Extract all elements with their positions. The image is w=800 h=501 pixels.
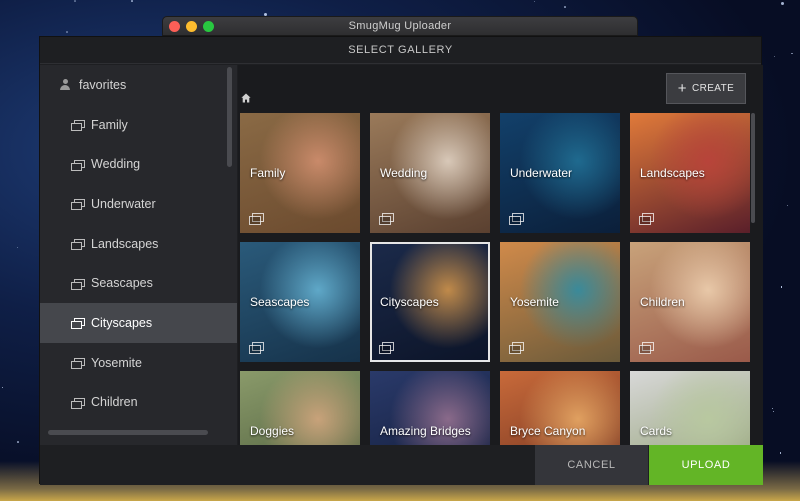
dialog-title: SELECT GALLERY	[348, 44, 453, 56]
create-button-label: CREATE	[691, 83, 735, 94]
gallery-tile-landscapes[interactable]: Landscapes	[630, 113, 750, 233]
minimize-window-button[interactable]	[186, 21, 197, 32]
gallery-tile-amazing-bridges[interactable]: Amazing Bridges	[370, 371, 490, 445]
sidebar-item-underwater[interactable]: Underwater	[40, 184, 237, 224]
star	[16, 247, 18, 249]
gallery-tile-label: Seascapes	[250, 295, 310, 309]
gallery-tile-label: Bryce Canyon	[510, 424, 586, 438]
gallery-icon	[249, 213, 264, 225]
dialog-header: SELECT GALLERY	[40, 37, 761, 64]
gallery-tile-label: Amazing Bridges	[380, 424, 471, 438]
gallery-icon	[70, 120, 85, 132]
gallery-grid-panel: + CREATE Family Wedding Underwater Landscap…	[238, 65, 763, 445]
gallery-icon	[509, 342, 524, 354]
gallery-tile-cityscapes[interactable]: Cityscapes	[370, 242, 490, 362]
gallery-tile-bryce-canyon[interactable]: Bryce Canyon	[500, 371, 620, 445]
gallery-icon	[639, 213, 654, 225]
close-window-button[interactable]	[169, 21, 180, 32]
gallery-tile-seascapes[interactable]: Seascapes	[240, 242, 360, 362]
star	[131, 0, 133, 2]
sidebar-item-family[interactable]: Family	[40, 105, 237, 145]
gallery-icon	[379, 213, 394, 225]
create-button[interactable]: + CREATE	[666, 73, 746, 104]
gallery-tile-label: Doggies	[250, 424, 295, 438]
gallery-tile-wedding[interactable]: Wedding	[370, 113, 490, 233]
star	[786, 205, 788, 206]
sidebar-item-label: Children	[91, 395, 138, 410]
star	[779, 452, 782, 454]
sidebar-gallery-list: Family Wedding Underwater Landscapes Seascap…	[40, 105, 237, 423]
gallery-tile-label: Yosemite	[510, 295, 559, 309]
star	[564, 6, 566, 8]
gallery-tile-underwater[interactable]: Underwater	[500, 113, 620, 233]
sidebar-item-favorites[interactable]: favorites	[40, 65, 237, 105]
sidebar-item-label: Underwater	[91, 196, 156, 211]
grid-vertical-scrollbar[interactable]	[751, 113, 755, 223]
gallery-icon	[379, 342, 394, 354]
star	[791, 52, 793, 55]
star	[74, 0, 76, 2]
gallery-tile-cards[interactable]: Cards	[630, 371, 750, 445]
sidebar-item-label: Wedding	[91, 157, 141, 172]
gallery-tile-label: Wedding	[380, 166, 428, 180]
user-icon	[58, 79, 72, 91]
sidebar-vertical-scrollbar[interactable]	[227, 67, 232, 167]
gallery-icon	[70, 358, 85, 370]
sidebar-item-label: favorites	[79, 77, 127, 92]
window-title: SmugMug Uploader	[348, 20, 452, 32]
upload-button-label: UPLOAD	[681, 459, 731, 471]
sidebar-item-landscapes[interactable]: Landscapes	[40, 224, 237, 264]
star	[771, 407, 774, 410]
sidebar-item-label: Seascapes	[91, 276, 153, 291]
gallery-tree-sidebar: favorites Family Wedding Underwater Landsca…	[40, 65, 237, 445]
gallery-tile-children[interactable]: Children	[630, 242, 750, 362]
gallery-tile-doggies[interactable]: Doggies	[240, 371, 360, 445]
gallery-tile-label: Cards	[640, 424, 673, 438]
zoom-window-button[interactable]	[203, 21, 214, 32]
star	[533, 1, 535, 3]
sidebar-item-children[interactable]: Children	[40, 383, 237, 423]
gallery-tile-label: Cityscapes	[380, 295, 439, 309]
plus-icon: +	[677, 80, 687, 97]
gallery-icon	[70, 159, 85, 171]
star	[772, 410, 775, 413]
window-titlebar[interactable]: SmugMug Uploader	[162, 16, 638, 36]
cancel-button[interactable]: CANCEL	[535, 445, 648, 485]
gallery-icon	[509, 213, 524, 225]
sidebar-item-label: Family	[91, 117, 128, 132]
gallery-icon	[70, 199, 85, 211]
gallery-icon	[70, 318, 85, 330]
sidebar-item-wedding[interactable]: Wedding	[40, 144, 237, 184]
select-gallery-dialog: SELECT GALLERY favorites Family Wedding Un…	[39, 36, 763, 485]
star	[781, 2, 785, 6]
gallery-icon	[70, 239, 85, 251]
star	[17, 441, 19, 443]
gallery-tile-family[interactable]: Family	[240, 113, 360, 233]
gallery-icon	[70, 397, 85, 409]
gallery-tile-label: Underwater	[510, 166, 573, 180]
home-icon[interactable]	[241, 93, 251, 103]
star	[2, 387, 4, 389]
star	[773, 55, 775, 57]
window-controls	[169, 21, 214, 32]
sidebar-item-label: Landscapes	[91, 236, 159, 251]
sidebar-item-cityscapes[interactable]: Cityscapes	[40, 303, 237, 343]
sidebar-item-seascapes[interactable]: Seascapes	[40, 263, 237, 303]
gallery-tile-label: Landscapes	[640, 166, 705, 180]
upload-button[interactable]: UPLOAD	[649, 445, 763, 485]
sidebar-item-yosemite[interactable]: Yosemite	[40, 343, 237, 383]
gallery-icon	[70, 278, 85, 290]
dialog-footer: CANCEL UPLOAD	[40, 445, 763, 485]
star	[780, 286, 783, 288]
sidebar-horizontal-scrollbar[interactable]	[48, 430, 208, 435]
gallery-tile-label: Children	[640, 295, 685, 309]
sidebar-item-label: Yosemite	[91, 355, 142, 370]
gallery-icon	[639, 342, 654, 354]
gallery-tile-label: Family	[250, 166, 286, 180]
sidebar-item-label: Cityscapes	[91, 315, 153, 330]
gallery-icon	[249, 342, 264, 354]
gallery-tile-yosemite[interactable]: Yosemite	[500, 242, 620, 362]
cancel-button-label: CANCEL	[567, 459, 616, 471]
star	[66, 31, 68, 33]
